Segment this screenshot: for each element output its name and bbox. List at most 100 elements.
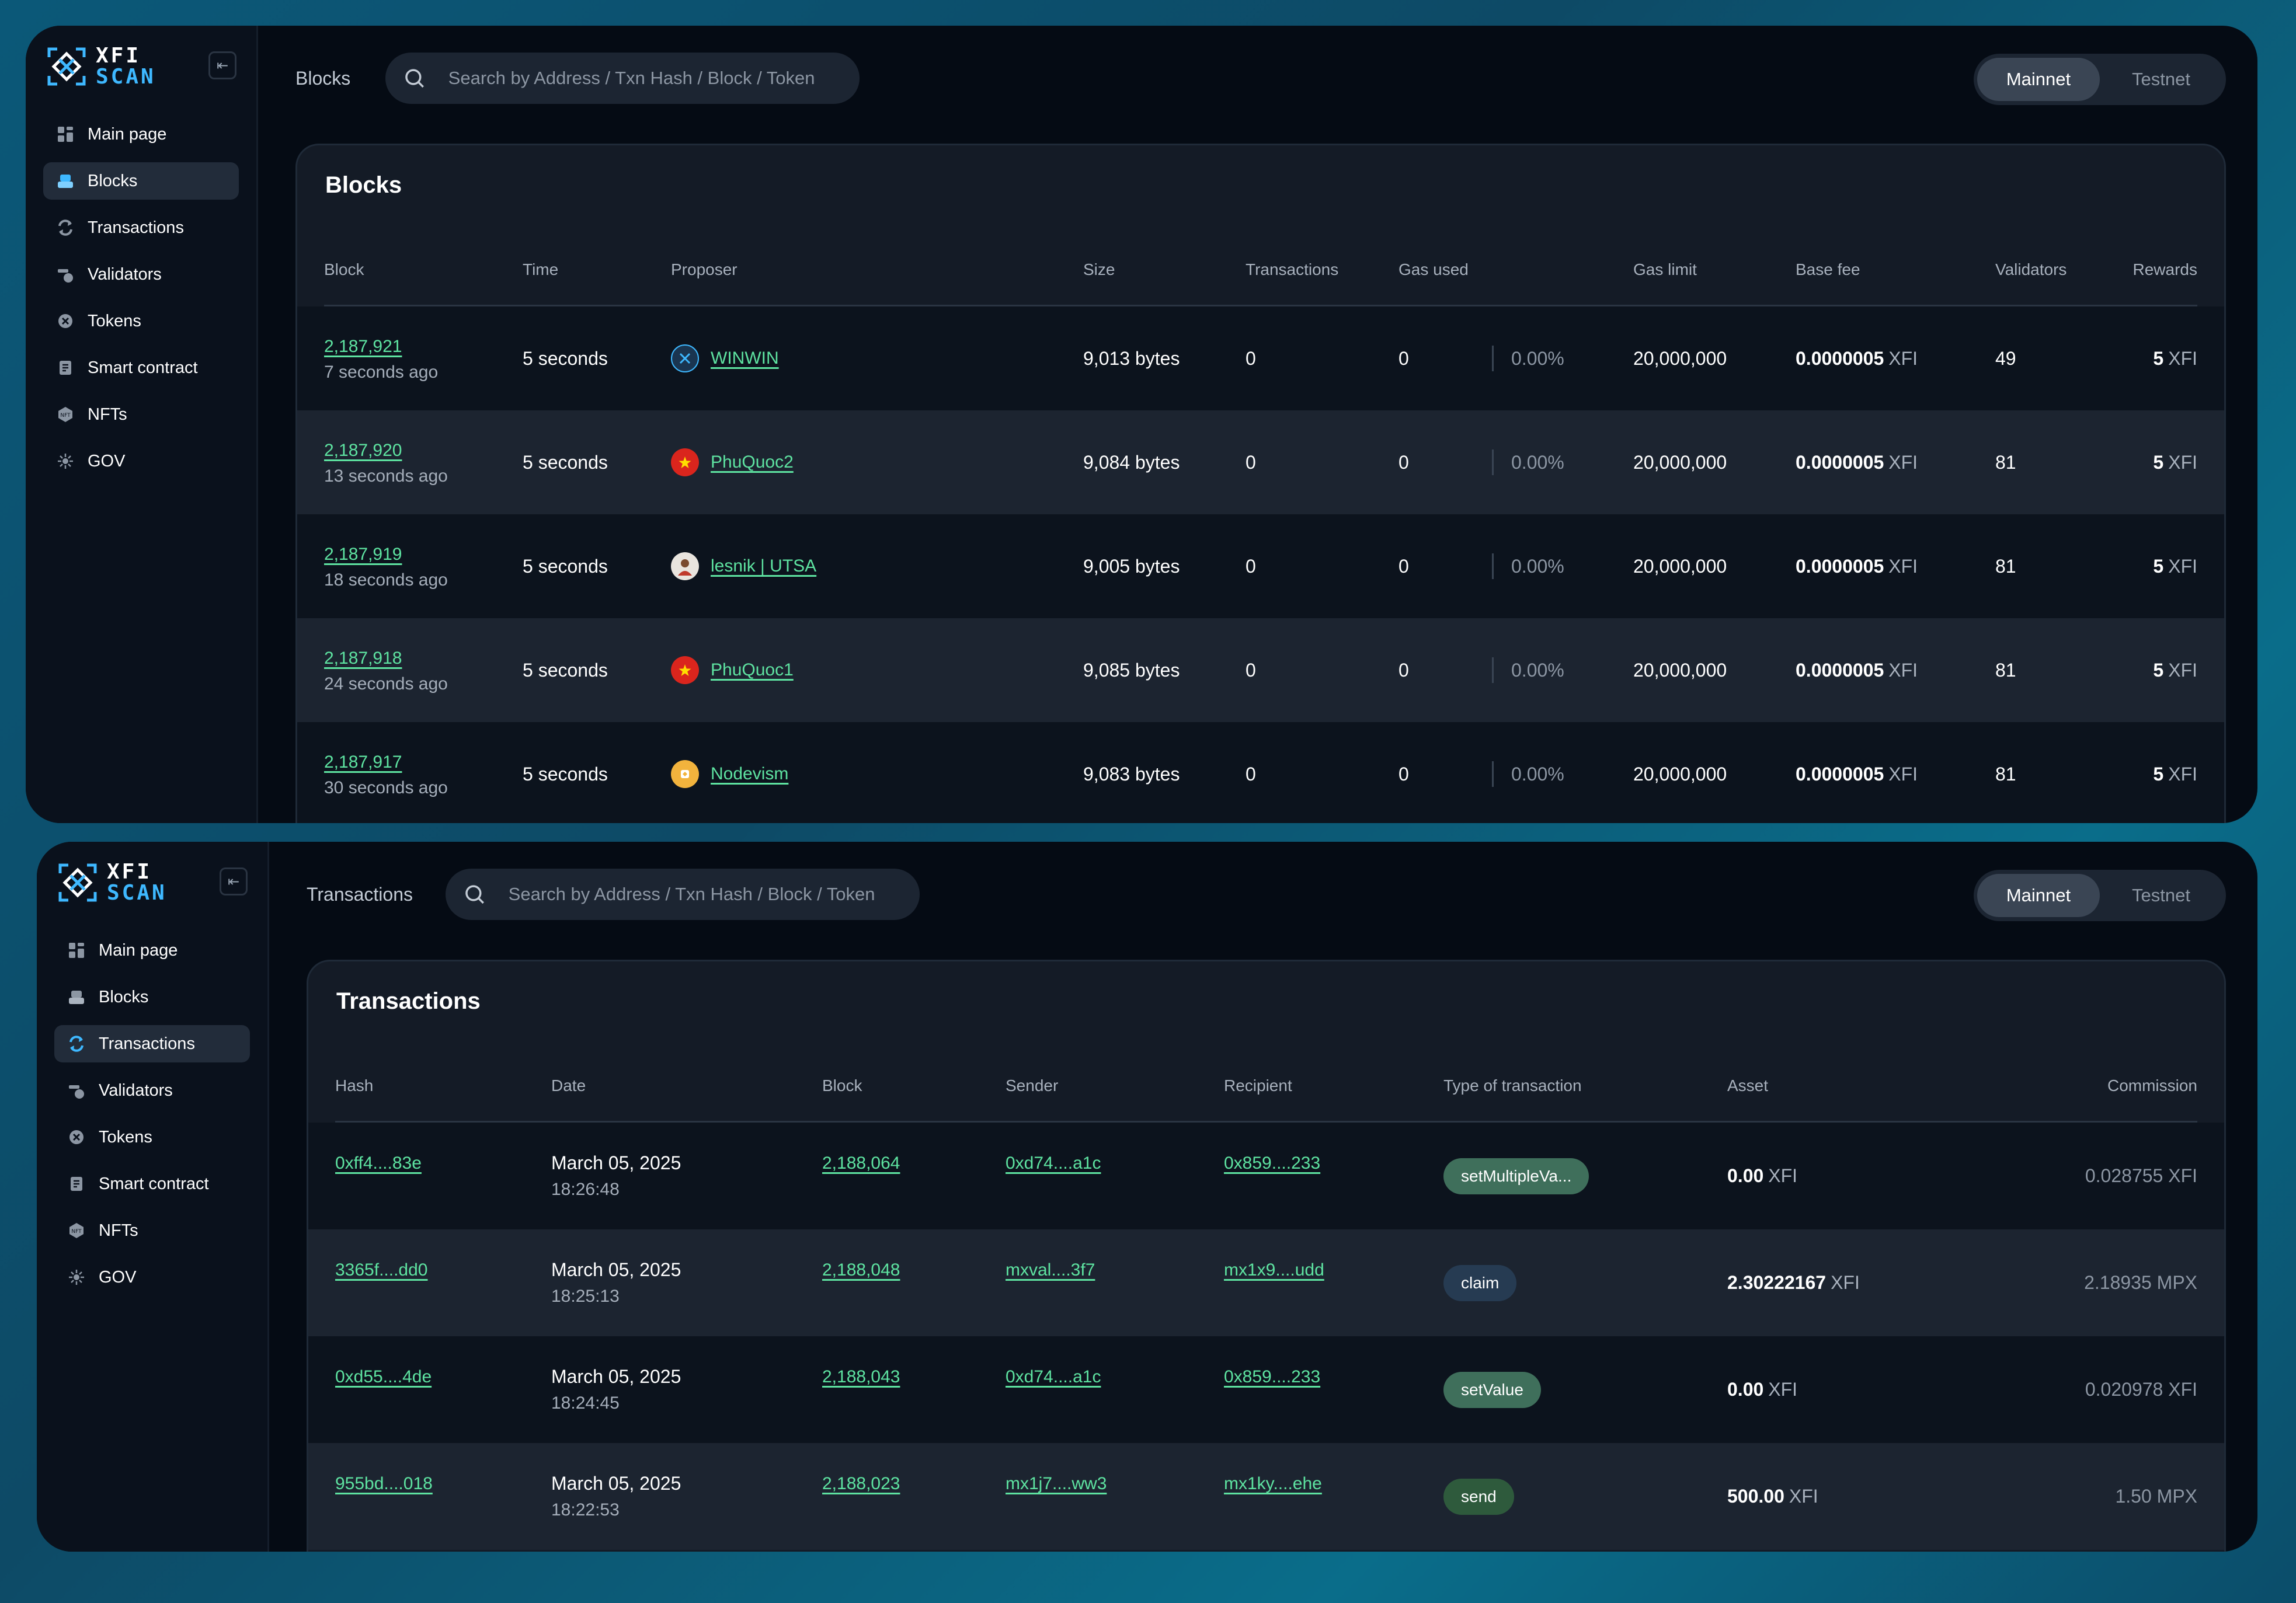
block-link[interactable]: 2,187,920 bbox=[324, 441, 402, 460]
col-commission: Commission bbox=[2107, 1076, 2197, 1095]
sidebar-item-transactions[interactable]: Transactions bbox=[43, 209, 239, 246]
tx-recipient-link[interactable]: 0x859....233 bbox=[1224, 1154, 1320, 1173]
block-link[interactable]: 2,187,919 bbox=[324, 545, 402, 564]
col-block: Block bbox=[324, 260, 364, 278]
gas-used-percent: 0.00% bbox=[1511, 451, 1564, 473]
tx-sender-link[interactable]: 0xd74....a1c bbox=[1006, 1154, 1101, 1173]
tokens-icon bbox=[56, 312, 75, 330]
col-block: Block bbox=[822, 1076, 862, 1095]
mainnet-option[interactable]: Mainnet bbox=[1977, 58, 2100, 101]
sidebar-item-label: Tokens bbox=[88, 311, 141, 330]
validators-count: 49 bbox=[1995, 347, 2016, 369]
proposer-link[interactable]: Nodevism bbox=[711, 764, 788, 784]
sidebar-item-main-page[interactable]: Main page bbox=[54, 932, 250, 969]
block-link[interactable]: 2,187,921 bbox=[324, 337, 402, 356]
table-header: Block Time Proposer Size Transactions Ga… bbox=[324, 234, 2197, 306]
validators-icon bbox=[67, 1081, 86, 1100]
proposer-link[interactable]: lesnik | UTSA bbox=[711, 556, 816, 576]
sidebar-item-label: Main page bbox=[99, 940, 178, 960]
tx-asset-unit: XFI bbox=[1768, 1379, 1798, 1400]
sidebar-item-label: NFTs bbox=[88, 405, 127, 424]
sidebar: XFI SCAN ⇤ Main page Blocks Transactions… bbox=[37, 842, 269, 1552]
tx-hash-link[interactable]: 955bd....018 bbox=[335, 1474, 433, 1493]
sidebar-item-validators[interactable]: Validators bbox=[43, 256, 239, 293]
col-base-fee: Base fee bbox=[1796, 260, 1860, 278]
sidebar-item-blocks[interactable]: Blocks bbox=[54, 978, 250, 1016]
tx-recipient-link[interactable]: mx1ky....ehe bbox=[1224, 1474, 1322, 1493]
tx-date: March 05, 2025 bbox=[551, 1473, 681, 1494]
sidebar-item-gov[interactable]: GOV bbox=[54, 1259, 250, 1296]
sidebar-item-tokens[interactable]: Tokens bbox=[43, 302, 239, 340]
collapse-sidebar-button[interactable]: ⇤ bbox=[220, 867, 248, 895]
validators-icon bbox=[56, 265, 75, 284]
sidebar-item-validators[interactable]: Validators bbox=[54, 1072, 250, 1109]
sidebar-item-tokens[interactable]: Tokens bbox=[54, 1118, 250, 1156]
tx-asset-unit: XFI bbox=[1768, 1165, 1798, 1186]
proposer-link[interactable]: PhuQuoc2 bbox=[711, 452, 794, 472]
nft-icon: NFT bbox=[56, 405, 75, 424]
sidebar-item-nfts[interactable]: NFT NFTs bbox=[54, 1212, 250, 1249]
sidebar-item-smart-contract[interactable]: Smart contract bbox=[43, 349, 239, 386]
card-title: Transactions bbox=[336, 988, 481, 1014]
table-row: 955bd....018 March 05, 2025 18:22:53 2,18… bbox=[308, 1443, 2224, 1550]
col-recipient: Recipient bbox=[1224, 1076, 1292, 1095]
search-input[interactable] bbox=[448, 68, 842, 89]
base-fee-value: 0.0000005 bbox=[1796, 451, 1884, 473]
tx-hash-link[interactable]: 0xff4....83e bbox=[335, 1154, 422, 1173]
testnet-option[interactable]: Testnet bbox=[2100, 874, 2222, 917]
sidebar-nav: Main page Blocks Transactions Validators… bbox=[43, 116, 239, 480]
search-icon bbox=[465, 885, 484, 904]
tx-recipient-link[interactable]: 0x859....233 bbox=[1224, 1367, 1320, 1386]
search-bar[interactable] bbox=[385, 53, 860, 104]
xfi-logo-icon bbox=[58, 863, 97, 902]
search-bar[interactable] bbox=[446, 869, 920, 920]
tx-block-link[interactable]: 2,188,064 bbox=[822, 1154, 900, 1173]
gov-icon bbox=[56, 452, 75, 471]
logo-text-bottom: SCAN bbox=[107, 881, 167, 905]
tx-type-badge: setValue bbox=[1443, 1371, 1541, 1408]
tx-block-link[interactable]: 2,188,048 bbox=[822, 1260, 900, 1280]
table-header: Hash Date Block Sender Recipient Type of… bbox=[335, 1050, 2197, 1123]
table-row: 3365f....dd0 March 05, 2025 18:25:13 2,18… bbox=[308, 1229, 2224, 1336]
tx-asset-amount: 2.30222167 bbox=[1727, 1272, 1827, 1293]
sidebar-item-label: Blocks bbox=[99, 987, 149, 1006]
tx-block-link[interactable]: 2,188,023 bbox=[822, 1474, 900, 1493]
sidebar-item-nfts[interactable]: NFT NFTs bbox=[43, 396, 239, 433]
blocks-icon bbox=[67, 988, 86, 1006]
sidebar-item-gov[interactable]: GOV bbox=[43, 442, 239, 480]
block-tx-count: 0 bbox=[1246, 763, 1256, 785]
tokens-icon bbox=[67, 1128, 86, 1147]
sidebar: XFI SCAN ⇤ Main page Blocks Transactions… bbox=[26, 26, 258, 823]
block-link[interactable]: 2,187,918 bbox=[324, 649, 402, 668]
sidebar-item-main-page[interactable]: Main page bbox=[43, 116, 239, 153]
search-input[interactable] bbox=[508, 884, 902, 905]
tx-sender-link[interactable]: mxval....3f7 bbox=[1006, 1260, 1095, 1280]
tx-sender-link[interactable]: 0xd74....a1c bbox=[1006, 1367, 1101, 1386]
tx-hash-link[interactable]: 0xd55....4de bbox=[335, 1367, 432, 1386]
testnet-option[interactable]: Testnet bbox=[2100, 58, 2222, 101]
reward-unit: XFI bbox=[2168, 347, 2197, 369]
collapse-sidebar-button[interactable]: ⇤ bbox=[208, 51, 236, 79]
transactions-icon bbox=[56, 218, 75, 237]
blocks-window: XFI SCAN ⇤ Main page Blocks Transactions… bbox=[26, 26, 2257, 823]
sidebar-item-transactions[interactable]: Transactions bbox=[54, 1025, 250, 1062]
block-age: 30 seconds ago bbox=[324, 778, 448, 797]
svg-text:NFT: NFT bbox=[60, 413, 71, 419]
vietnam-flag-icon bbox=[671, 656, 699, 684]
tx-sender-link[interactable]: mx1j7....ww3 bbox=[1006, 1474, 1107, 1493]
tx-block-link[interactable]: 2,188,043 bbox=[822, 1367, 900, 1386]
base-fee-value: 0.0000005 bbox=[1796, 347, 1884, 369]
sidebar-item-blocks[interactable]: Blocks bbox=[43, 162, 239, 200]
proposer-avatar-icon bbox=[671, 760, 699, 788]
block-link[interactable]: 2,187,917 bbox=[324, 752, 402, 772]
proposer-link[interactable]: WINWIN bbox=[711, 349, 779, 368]
proposer-link[interactable]: PhuQuoc1 bbox=[711, 660, 794, 680]
sidebar-item-label: Main page bbox=[88, 124, 167, 144]
table-row: 2,187,918 24 seconds ago 5 seconds PhuQuo… bbox=[297, 618, 2224, 722]
gas-limit-value: 20,000,000 bbox=[1633, 451, 1727, 473]
sidebar-item-smart-contract[interactable]: Smart contract bbox=[54, 1165, 250, 1203]
tx-hash-link[interactable]: 3365f....dd0 bbox=[335, 1260, 427, 1280]
mainnet-option[interactable]: Mainnet bbox=[1977, 874, 2100, 917]
gov-icon bbox=[67, 1268, 86, 1287]
tx-recipient-link[interactable]: mx1x9....udd bbox=[1224, 1260, 1324, 1280]
